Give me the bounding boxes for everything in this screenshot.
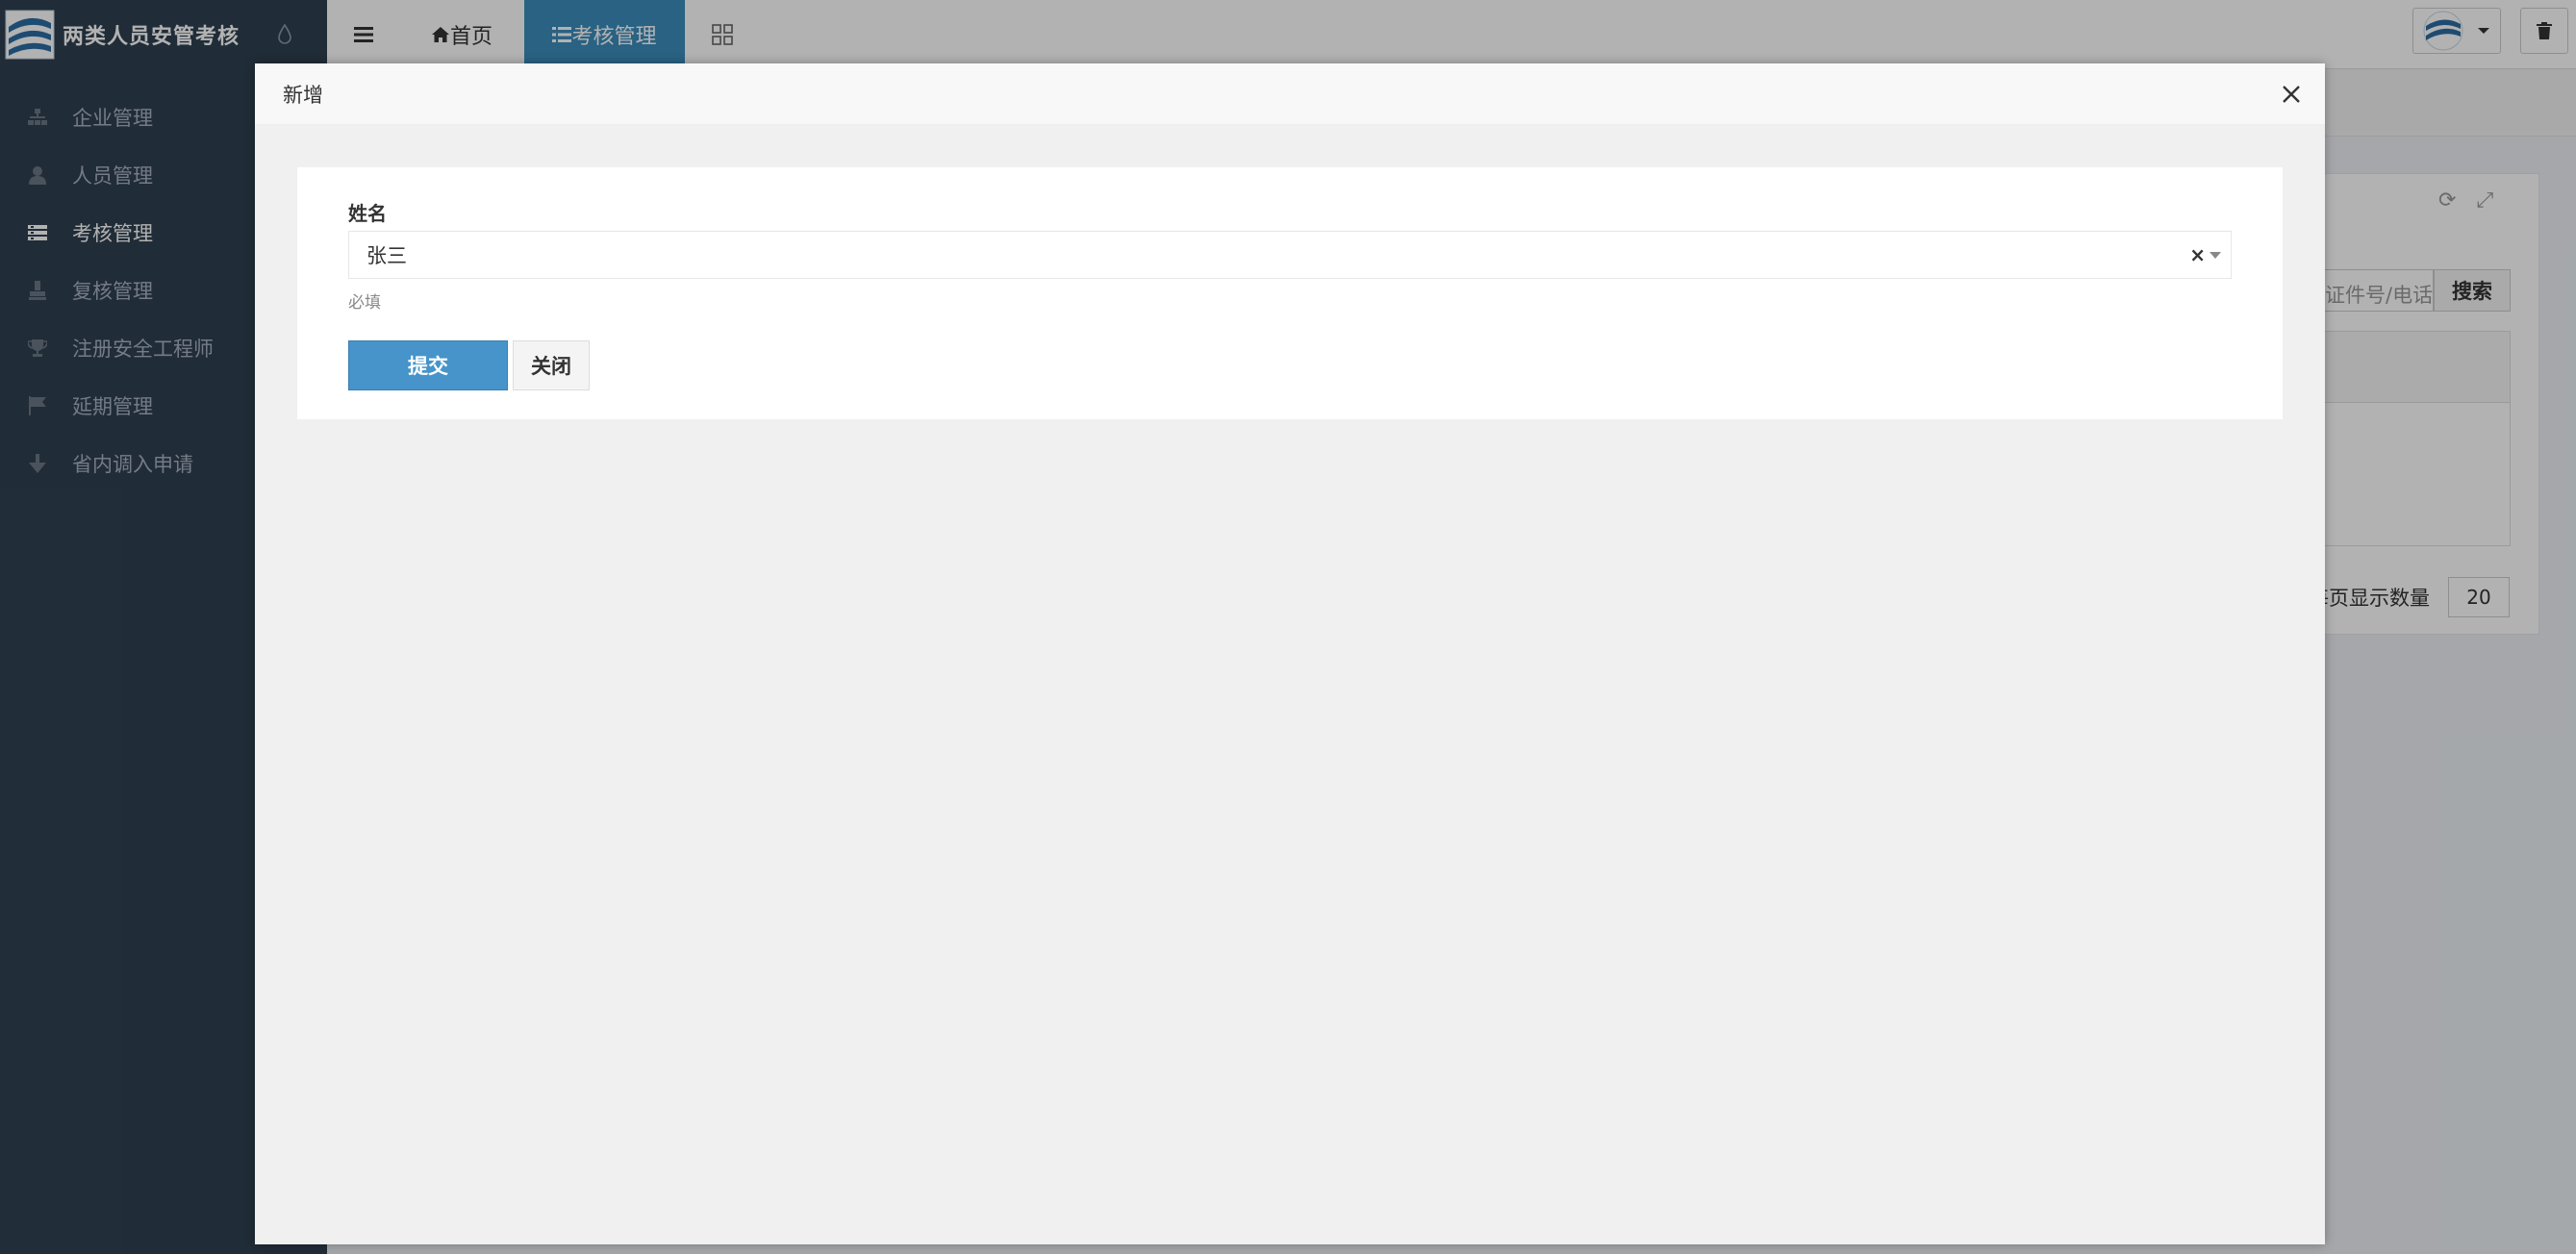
name-field-label: 姓名: [348, 202, 387, 225]
add-form: 姓名 张三 × 必填 提交 关闭: [297, 167, 2283, 419]
close-button[interactable]: 关闭: [513, 340, 590, 390]
clear-selection-icon[interactable]: ×: [2189, 243, 2206, 266]
name-select[interactable]: 张三 ×: [348, 231, 2232, 279]
dialog-title: 新增: [283, 83, 323, 107]
dialog-header: 新增: [255, 63, 2325, 125]
name-select-value: 张三: [366, 244, 407, 267]
submit-button[interactable]: 提交: [348, 340, 508, 390]
chevron-down-icon[interactable]: [2210, 252, 2221, 259]
dialog-close-button[interactable]: [2277, 80, 2306, 109]
required-hint: 必填: [348, 293, 381, 313]
add-dialog: 新增 姓名 张三 × 必填 提交 关闭: [255, 63, 2325, 1244]
close-icon: [2283, 86, 2300, 103]
